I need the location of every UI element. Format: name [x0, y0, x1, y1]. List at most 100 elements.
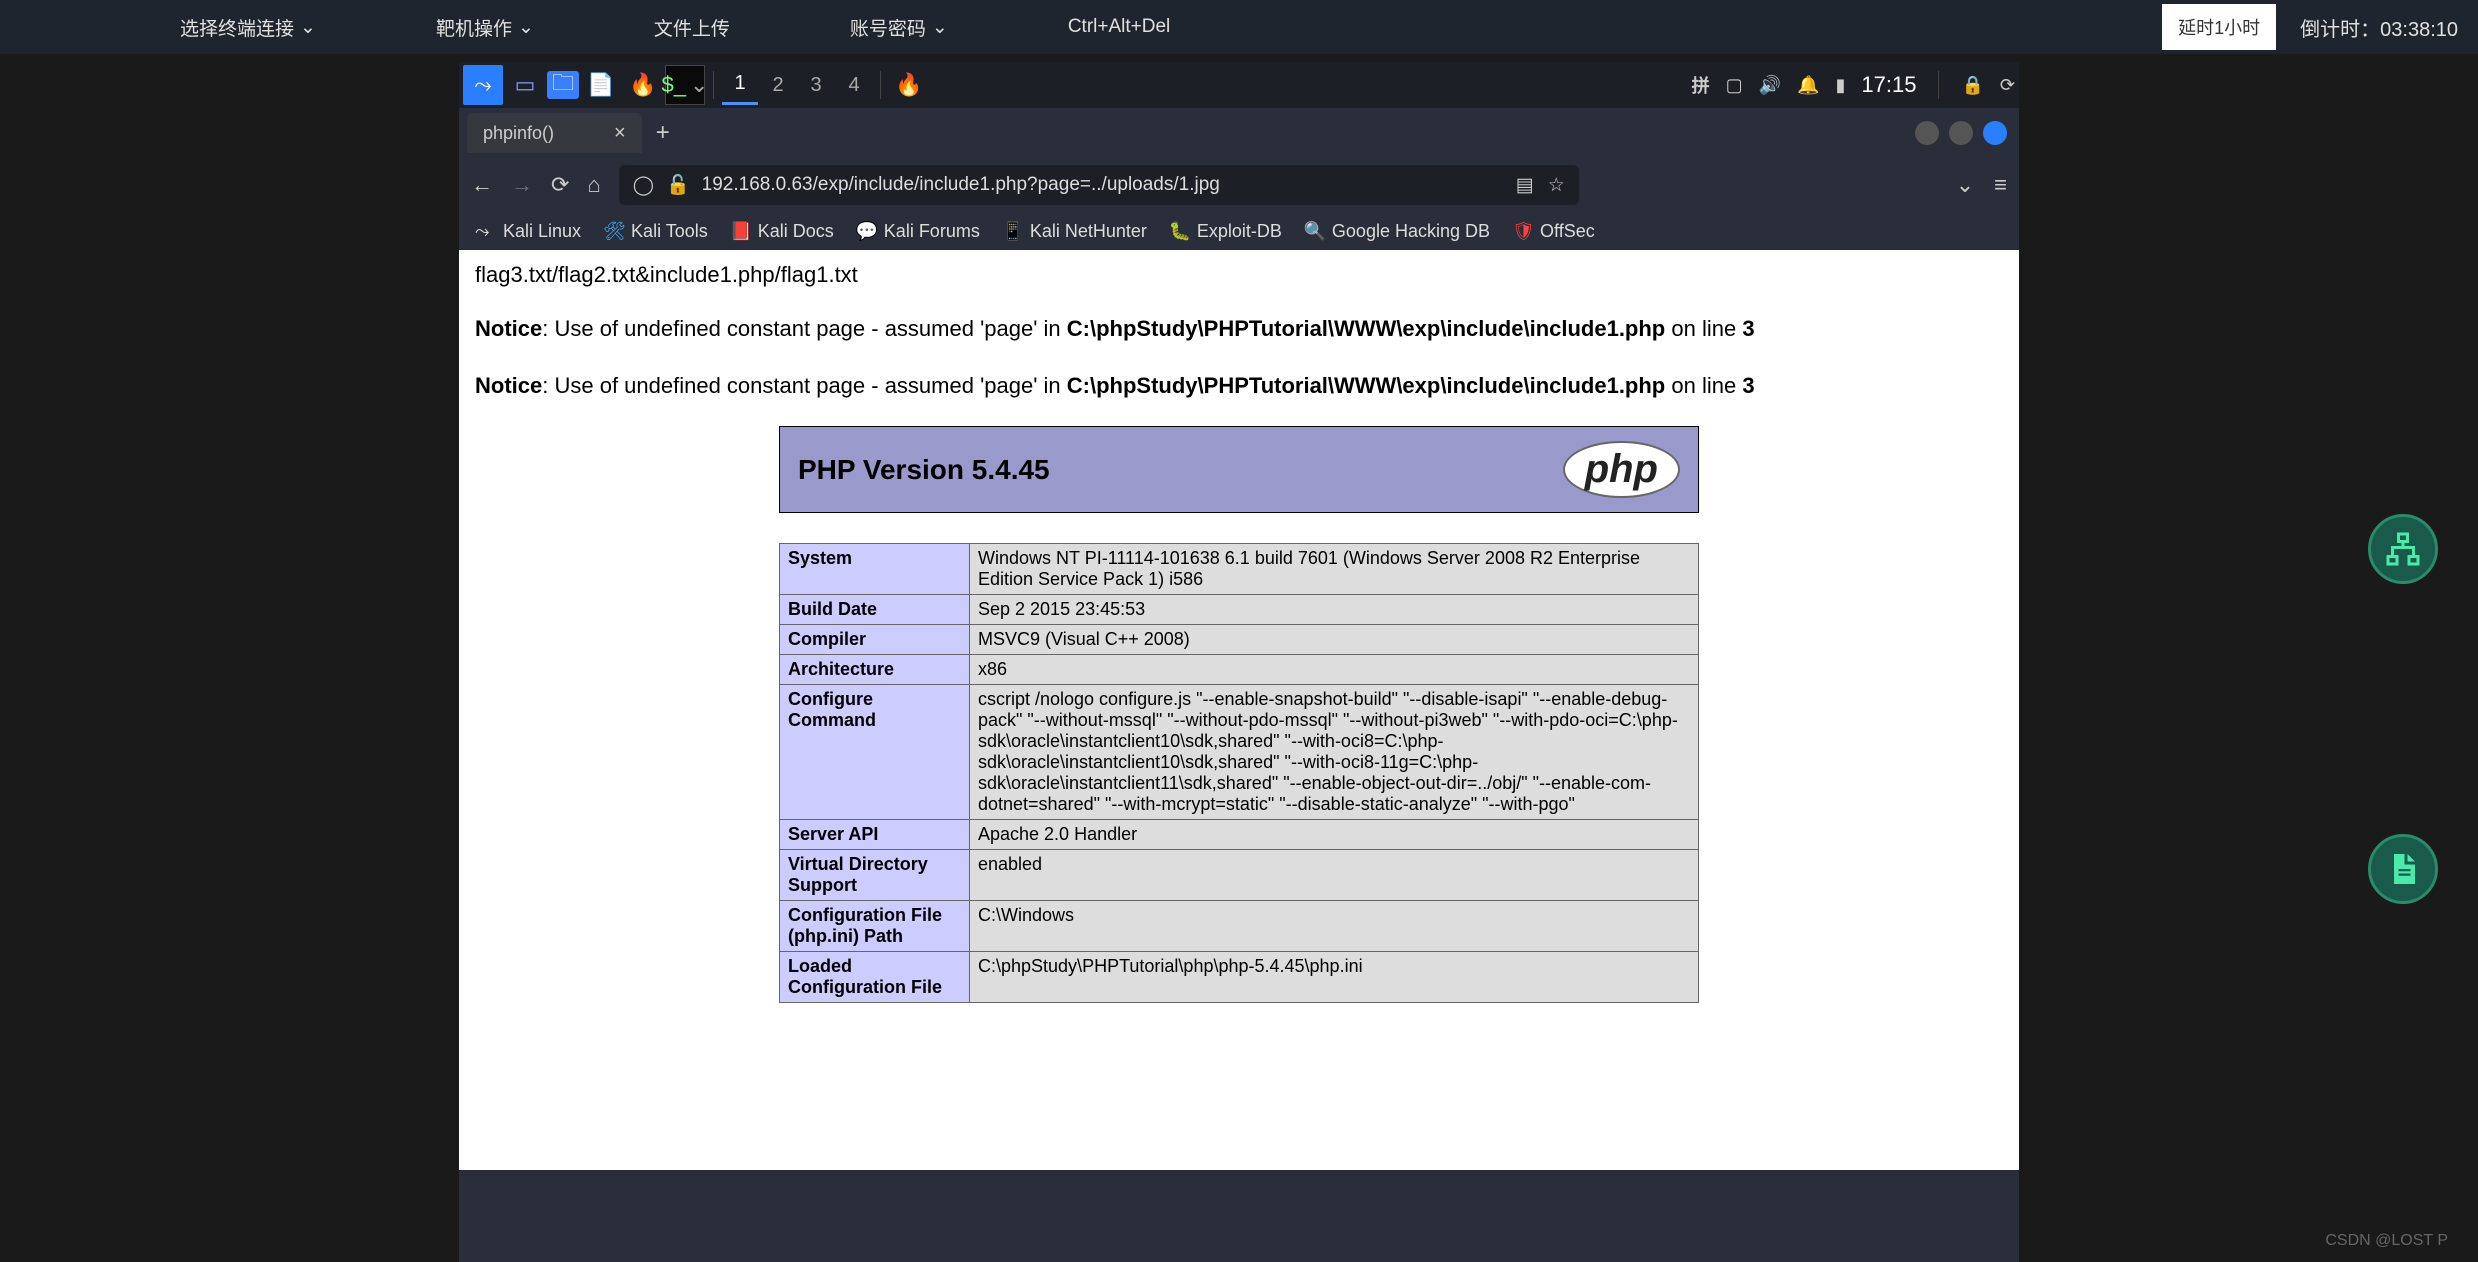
phpinfo-row: Configuration File (php.ini) PathC:\Wind…: [780, 901, 1699, 952]
workspace-2[interactable]: 2: [760, 65, 796, 105]
top-menu: 选择终端连接⌄ 靶机操作⌄ 文件上传 账号密码⌄ Ctrl+Alt+Del: [120, 14, 1230, 41]
phpinfo-row: Architecturex86: [780, 655, 1699, 685]
chevron-down-icon: ⌄: [518, 16, 534, 39]
volume-icon[interactable]: 🔊: [1759, 75, 1781, 96]
bookmarks-bar: ⤳Kali Linux 🛠Kali Tools 📕Kali Docs 💬Kali…: [459, 212, 2019, 250]
menu-target[interactable]: 靶机操作⌄: [376, 14, 594, 41]
taskbar: ⤳ ▭ 🗀 📄 🔥 $_⌄ 1 2 3 4 🔥 拼 ▢ 🔊: [459, 62, 2019, 108]
app-text-icon[interactable]: 📄: [581, 65, 621, 105]
docs-icon: 📕: [730, 221, 750, 241]
forward-button[interactable]: →: [511, 172, 533, 198]
workspace-1[interactable]: 1: [722, 65, 758, 105]
phpinfo-row: CompilerMSVC9 (Visual C++ 2008): [780, 625, 1699, 655]
close-window-button[interactable]: [1983, 121, 2007, 145]
watermark: CSDN @LOST P: [2325, 1232, 2448, 1250]
kali-menu-icon[interactable]: ⤳: [463, 65, 503, 105]
taskbar-firefox-running[interactable]: 🔥: [889, 65, 929, 105]
pocket-icon[interactable]: ⌄: [1956, 172, 1974, 198]
bookmark-exploit-db[interactable]: 🐛Exploit-DB: [1169, 221, 1282, 242]
phpinfo-value: enabled: [970, 850, 1699, 901]
menu-connection[interactable]: 选择终端连接⌄: [120, 14, 376, 41]
insecure-lock-icon: 🔓: [666, 173, 690, 197]
topology-button[interactable]: [2368, 514, 2438, 584]
phpinfo-table: SystemWindows NT PI-11114-101638 6.1 bui…: [779, 543, 1699, 1003]
phpinfo-row: Build DateSep 2 2015 23:45:53: [780, 595, 1699, 625]
bookmark-kali-linux[interactable]: ⤳Kali Linux: [475, 221, 581, 242]
workspace-3[interactable]: 3: [798, 65, 834, 105]
browser-tab-bar: phpinfo() × +: [459, 108, 2019, 158]
php-version-title: PHP Version 5.4.45: [798, 454, 1050, 486]
vm-viewport: ⤳ ▭ 🗀 📄 🔥 $_⌄ 1 2 3 4 🔥 拼 ▢ 🔊: [0, 54, 2478, 1262]
flag-output: flag3.txt/flag2.txt&include1.php/flag1.t…: [475, 262, 2003, 288]
browser-tab[interactable]: phpinfo() ×: [467, 113, 642, 153]
phpinfo-key: Server API: [780, 820, 970, 850]
top-right: 延时1小时 倒计时：03:38:10: [2162, 4, 2458, 50]
maximize-button[interactable]: [1949, 121, 1973, 145]
bookmark-star-icon[interactable]: ☆: [1548, 174, 1565, 197]
clock[interactable]: 17:15: [1861, 72, 1916, 98]
ime-indicator[interactable]: 拼: [1692, 72, 1710, 98]
new-tab-button[interactable]: +: [656, 119, 670, 147]
tools-icon: 🛠: [603, 221, 623, 241]
workspace-switcher: 1 2 3 4: [722, 65, 872, 105]
kali-icon: ⤳: [475, 221, 495, 241]
tab-title: phpinfo(): [483, 123, 554, 144]
app-desktop-icon[interactable]: ▭: [505, 65, 545, 105]
phpinfo-key: Virtual Directory Support: [780, 850, 970, 901]
kali-vm-window: ⤳ ▭ 🗀 📄 🔥 $_⌄ 1 2 3 4 🔥 拼 ▢ 🔊: [459, 62, 2019, 1262]
exploit-icon: 🐛: [1169, 221, 1189, 241]
minimize-button[interactable]: [1915, 121, 1939, 145]
phpinfo-row: Loaded Configuration FileC:\phpStudy\PHP…: [780, 952, 1699, 1003]
bookmark-kali-docs[interactable]: 📕Kali Docs: [730, 221, 834, 242]
network-icon: [2385, 531, 2421, 567]
phpinfo-value: Sep 2 2015 23:45:53: [970, 595, 1699, 625]
phpinfo-key: Architecture: [780, 655, 970, 685]
phpinfo-key: Configuration File (php.ini) Path: [780, 901, 970, 952]
phpinfo-value: C:\phpStudy\PHPTutorial\php\php-5.4.45\p…: [970, 952, 1699, 1003]
reload-button[interactable]: ⟳: [551, 172, 569, 198]
hamburger-menu-icon[interactable]: ≡: [1994, 172, 2007, 198]
phpinfo-key: Configure Command: [780, 685, 970, 820]
home-button[interactable]: ⌂: [587, 172, 600, 198]
close-tab-icon[interactable]: ×: [614, 122, 626, 145]
menu-credentials[interactable]: 账号密码⌄: [790, 14, 1008, 41]
address-bar[interactable]: ◯ 🔓 192.168.0.63/exp/include/include1.ph…: [619, 165, 1579, 205]
phpinfo-row: SystemWindows NT PI-11114-101638 6.1 bui…: [780, 544, 1699, 595]
lock-icon[interactable]: 🔒: [1961, 75, 1983, 96]
phpinfo-value: MSVC9 (Visual C++ 2008): [970, 625, 1699, 655]
bookmark-nethunter[interactable]: 📱Kali NetHunter: [1002, 221, 1147, 242]
php-notice-1: Notice: Use of undefined constant page -…: [475, 312, 2003, 345]
phpinfo-value: x86: [970, 655, 1699, 685]
menu-ctrl-alt-del[interactable]: Ctrl+Alt+Del: [1008, 14, 1230, 41]
phpinfo-value: Apache 2.0 Handler: [970, 820, 1699, 850]
power-icon[interactable]: ⟳: [2000, 75, 2015, 96]
app-firefox-icon[interactable]: 🔥: [623, 65, 663, 105]
php-logo-icon: php: [1563, 441, 1680, 498]
bookmark-ghdb[interactable]: 🔍Google Hacking DB: [1304, 221, 1490, 242]
document-button[interactable]: [2368, 834, 2438, 904]
phpinfo-row: Server APIApache 2.0 Handler: [780, 820, 1699, 850]
reader-mode-icon[interactable]: ▤: [1516, 174, 1534, 197]
app-terminal-icon[interactable]: $_⌄: [665, 65, 705, 105]
phpinfo-row: Configure Commandcscript /nologo configu…: [780, 685, 1699, 820]
phpinfo-value: Windows NT PI-11114-101638 6.1 build 760…: [970, 544, 1699, 595]
offsec-icon: 🛡: [1512, 221, 1532, 241]
forums-icon: 💬: [856, 221, 876, 241]
delay-button[interactable]: 延时1小时: [2162, 4, 2276, 50]
bookmark-offsec[interactable]: 🛡OffSec: [1512, 221, 1595, 242]
shield-icon: ◯: [633, 174, 654, 197]
menu-upload[interactable]: 文件上传: [594, 14, 790, 41]
workspace-4[interactable]: 4: [836, 65, 872, 105]
ghdb-icon: 🔍: [1304, 221, 1324, 241]
window-controls: [1915, 121, 2019, 145]
notifications-icon[interactable]: 🔔: [1797, 75, 1819, 96]
document-icon: [2385, 851, 2421, 887]
chevron-down-icon: ⌄: [300, 16, 316, 39]
screen-icon[interactable]: ▢: [1726, 75, 1743, 96]
battery-icon[interactable]: ▮: [1836, 75, 1846, 96]
app-files-icon[interactable]: 🗀: [547, 71, 579, 99]
bookmark-kali-forums[interactable]: 💬Kali Forums: [856, 221, 980, 242]
phpinfo-key: Loaded Configuration File: [780, 952, 970, 1003]
bookmark-kali-tools[interactable]: 🛠Kali Tools: [603, 221, 708, 242]
back-button[interactable]: ←: [471, 172, 493, 198]
